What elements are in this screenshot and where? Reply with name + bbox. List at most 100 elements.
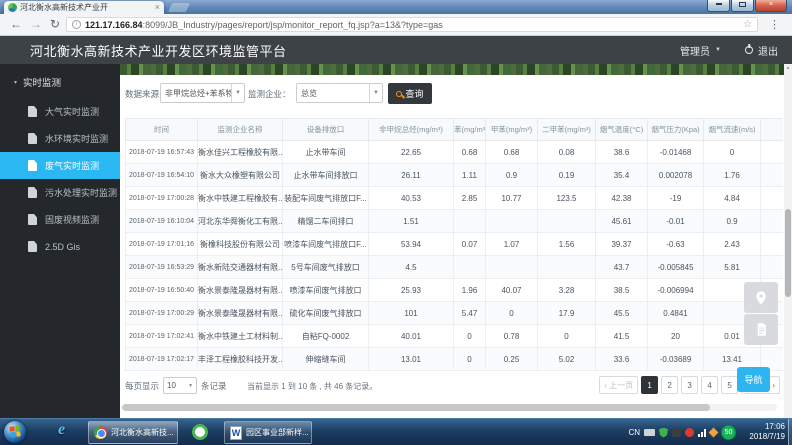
sidebar-list: 大气实时监测水环境实时监测废气实时监测污水处理实时监测固废视频监测2.5D Gi…	[0, 98, 120, 260]
taskbar-chrome-button[interactable]: 河北衡水高新技...	[88, 421, 178, 444]
table-cell	[538, 256, 596, 279]
table-cell: -0.01	[648, 210, 704, 233]
internet-explorer-icon[interactable]: e	[58, 421, 65, 439]
map-pin-button[interactable]	[744, 282, 778, 313]
new-tab-button[interactable]	[168, 3, 190, 12]
table-cell: 0.07	[454, 233, 486, 256]
document-icon	[28, 160, 37, 171]
network-signal-icon[interactable]	[698, 428, 706, 437]
table-row[interactable]: 2018-07-19 16:53:29衡水新陆交通器材有限...5号车间废气排放…	[126, 256, 784, 279]
window-minimize-button[interactable]	[707, 0, 730, 12]
browser-tab[interactable]: 河北衡水高新技术产业开 ×	[4, 1, 164, 14]
show-desktop-button[interactable]	[788, 419, 792, 445]
horizontal-scrollbar[interactable]	[122, 404, 777, 411]
table-row[interactable]: 2018-07-19 16:10:04河北东华舜衡化工有限...精馏二车间排口1…	[126, 210, 784, 233]
vertical-scrollbar[interactable]: ▲	[784, 64, 792, 418]
start-button[interactable]	[4, 421, 26, 443]
column-header: 非甲烷总烃(mg/m³)	[369, 119, 454, 141]
speed-score-badge[interactable]: 50	[721, 425, 736, 440]
browser-menu-icon[interactable]: ⋮	[769, 18, 780, 31]
bookmark-star-icon[interactable]: ☆	[743, 19, 752, 30]
site-favicon-icon	[8, 3, 17, 12]
page-size-select[interactable]: 10 ▼	[163, 377, 197, 394]
page-size-label: 每页显示	[125, 380, 159, 392]
table-cell: 止水带车间排放口	[283, 164, 369, 187]
table-cell: 41.5	[596, 325, 648, 348]
caret-down-icon: ▾	[14, 79, 17, 86]
sidebar-item[interactable]: 废气实时监测	[0, 152, 120, 179]
prev-page-button[interactable]: ‹ 上一页	[599, 376, 638, 394]
user-menu[interactable]: 管理员	[680, 43, 710, 58]
column-header: 监测企业名称	[198, 119, 283, 141]
forward-button[interactable]: →	[30, 17, 42, 32]
data-source-select[interactable]: 非甲烷总烃+苯系物(... ▼	[160, 83, 245, 103]
alert-tray-icon[interactable]	[685, 428, 694, 437]
document-icon	[28, 214, 37, 225]
table-cell: 17.9	[538, 302, 596, 325]
page-button[interactable]: 2	[661, 376, 678, 394]
table-cell: 伸缩缝车间	[283, 348, 369, 371]
enterprise-select[interactable]: 总览 ▼	[296, 83, 383, 103]
horizontal-scrollbar-thumb[interactable]	[122, 404, 710, 411]
sidebar: ▾ 实时监测 大气实时监测水环境实时监测废气实时监测污水处理实时监测固废视频监测…	[0, 64, 120, 418]
sidebar-item-label: 水环境实时监测	[45, 132, 108, 145]
table-row[interactable]: 2018-07-19 17:00:29衡水景泰隆晟器材有限...硫化车间废气排放…	[126, 302, 784, 325]
back-button[interactable]: ←	[10, 17, 22, 32]
page-info-icon[interactable]: i	[72, 20, 81, 29]
sidebar-item[interactable]: 固废视频监测	[0, 206, 120, 233]
table-cell: 衡水中铁建土工材料制...	[198, 325, 283, 348]
table-row[interactable]: 2018-07-19 16:57:43衡水佳兴工程橡胶有限...止水带车间22.…	[126, 141, 784, 164]
logout-button[interactable]: 退出	[758, 43, 778, 58]
system-tray: CN 50	[628, 419, 736, 445]
tray-app-icon[interactable]	[672, 428, 681, 437]
search-button[interactable]: 查询	[388, 83, 432, 104]
table-cell: -19	[648, 187, 704, 210]
table-cell: 衡水景泰隆晟器材有限...	[198, 279, 283, 302]
updates-tray-icon[interactable]	[709, 428, 719, 438]
tab-close-icon[interactable]: ×	[155, 2, 160, 13]
monitor-table: 时间监测企业名称设备排放口非甲烷总烃(mg/m³)苯(mg/m³)甲苯(mg/m…	[125, 118, 783, 371]
sidebar-group-realtime[interactable]: ▾ 实时监测	[0, 64, 120, 98]
page-button[interactable]: 4	[701, 376, 718, 394]
security-shield-icon[interactable]	[659, 428, 668, 438]
table-row[interactable]: 2018-07-19 16:50:40衡水景泰隆晟器材有限...喷漆车间废气排放…	[126, 279, 784, 302]
chevron-down-icon: ▼	[231, 84, 244, 102]
page-button[interactable]: 3	[681, 376, 698, 394]
browser-360-icon[interactable]	[192, 424, 208, 440]
keyboard-tray-icon[interactable]	[644, 429, 655, 436]
clock-date: 2018/7/19	[749, 432, 785, 442]
sidebar-item[interactable]: 大气实时监测	[0, 98, 120, 125]
vertical-scrollbar-thumb[interactable]	[785, 209, 791, 297]
table-cell: 丰泽工程橡胶科技开发...	[198, 348, 283, 371]
table-row[interactable]: 2018-07-19 17:01:16衡橡科技股份有限公司喷漆车间废气排放口F.…	[126, 233, 784, 256]
navigate-button[interactable]: 导航	[737, 367, 770, 392]
scroll-up-icon[interactable]: ▲	[784, 65, 792, 71]
table-cell: 53.94	[369, 233, 454, 256]
sidebar-item[interactable]: 水环境实时监测	[0, 125, 120, 152]
table-row[interactable]: 2018-07-19 17:02:41衡水中铁建土工材料制...自粘FQ-000…	[126, 325, 784, 348]
table-row[interactable]: 2018-07-19 17:00:28衡水中铁建工程橡胶有...装配车间废气排放…	[126, 187, 784, 210]
table-cell: 33.6	[596, 348, 648, 371]
address-bar[interactable]: i 121.17.166.84:8099/JB_Industry/pages/r…	[66, 17, 758, 32]
report-doc-button[interactable]	[744, 314, 778, 345]
column-header: 苯(mg/m³)	[454, 119, 486, 141]
table-cell: 2.43	[704, 233, 761, 256]
window-maximize-button[interactable]	[731, 0, 754, 12]
page-button[interactable]: 1	[641, 376, 658, 394]
table-cell: 2018-07-19 17:02:17	[126, 348, 198, 371]
language-indicator[interactable]: CN	[628, 428, 640, 437]
taskbar-clock[interactable]: 17:06 2018/7/19	[749, 422, 785, 442]
table-row[interactable]: 2018-07-19 16:54:10衡水大众橡塑有限公司止水带车间排放口26.…	[126, 164, 784, 187]
sidebar-item[interactable]: 污水处理实时监测	[0, 179, 120, 206]
page-button[interactable]: 5	[721, 376, 738, 394]
table-row[interactable]: 2018-07-19 17:02:17丰泽工程橡胶科技开发...伸缩缝车间13.…	[126, 348, 784, 371]
reload-button[interactable]: ↻	[50, 17, 60, 32]
column-header: 烟气压力(Kpa)	[648, 119, 704, 141]
sidebar-item[interactable]: 2.5D Gis	[0, 233, 120, 260]
data-table-wrap: 时间监测企业名称设备排放口非甲烷总烃(mg/m³)苯(mg/m³)甲苯(mg/m…	[125, 118, 783, 371]
chrome-icon	[94, 426, 107, 439]
column-header: 二甲苯(mg/m³)	[538, 119, 596, 141]
taskbar-word-button[interactable]: W 园区事业部新样...	[224, 421, 312, 444]
table-cell	[454, 256, 486, 279]
window-close-button[interactable]: ×	[755, 0, 787, 12]
